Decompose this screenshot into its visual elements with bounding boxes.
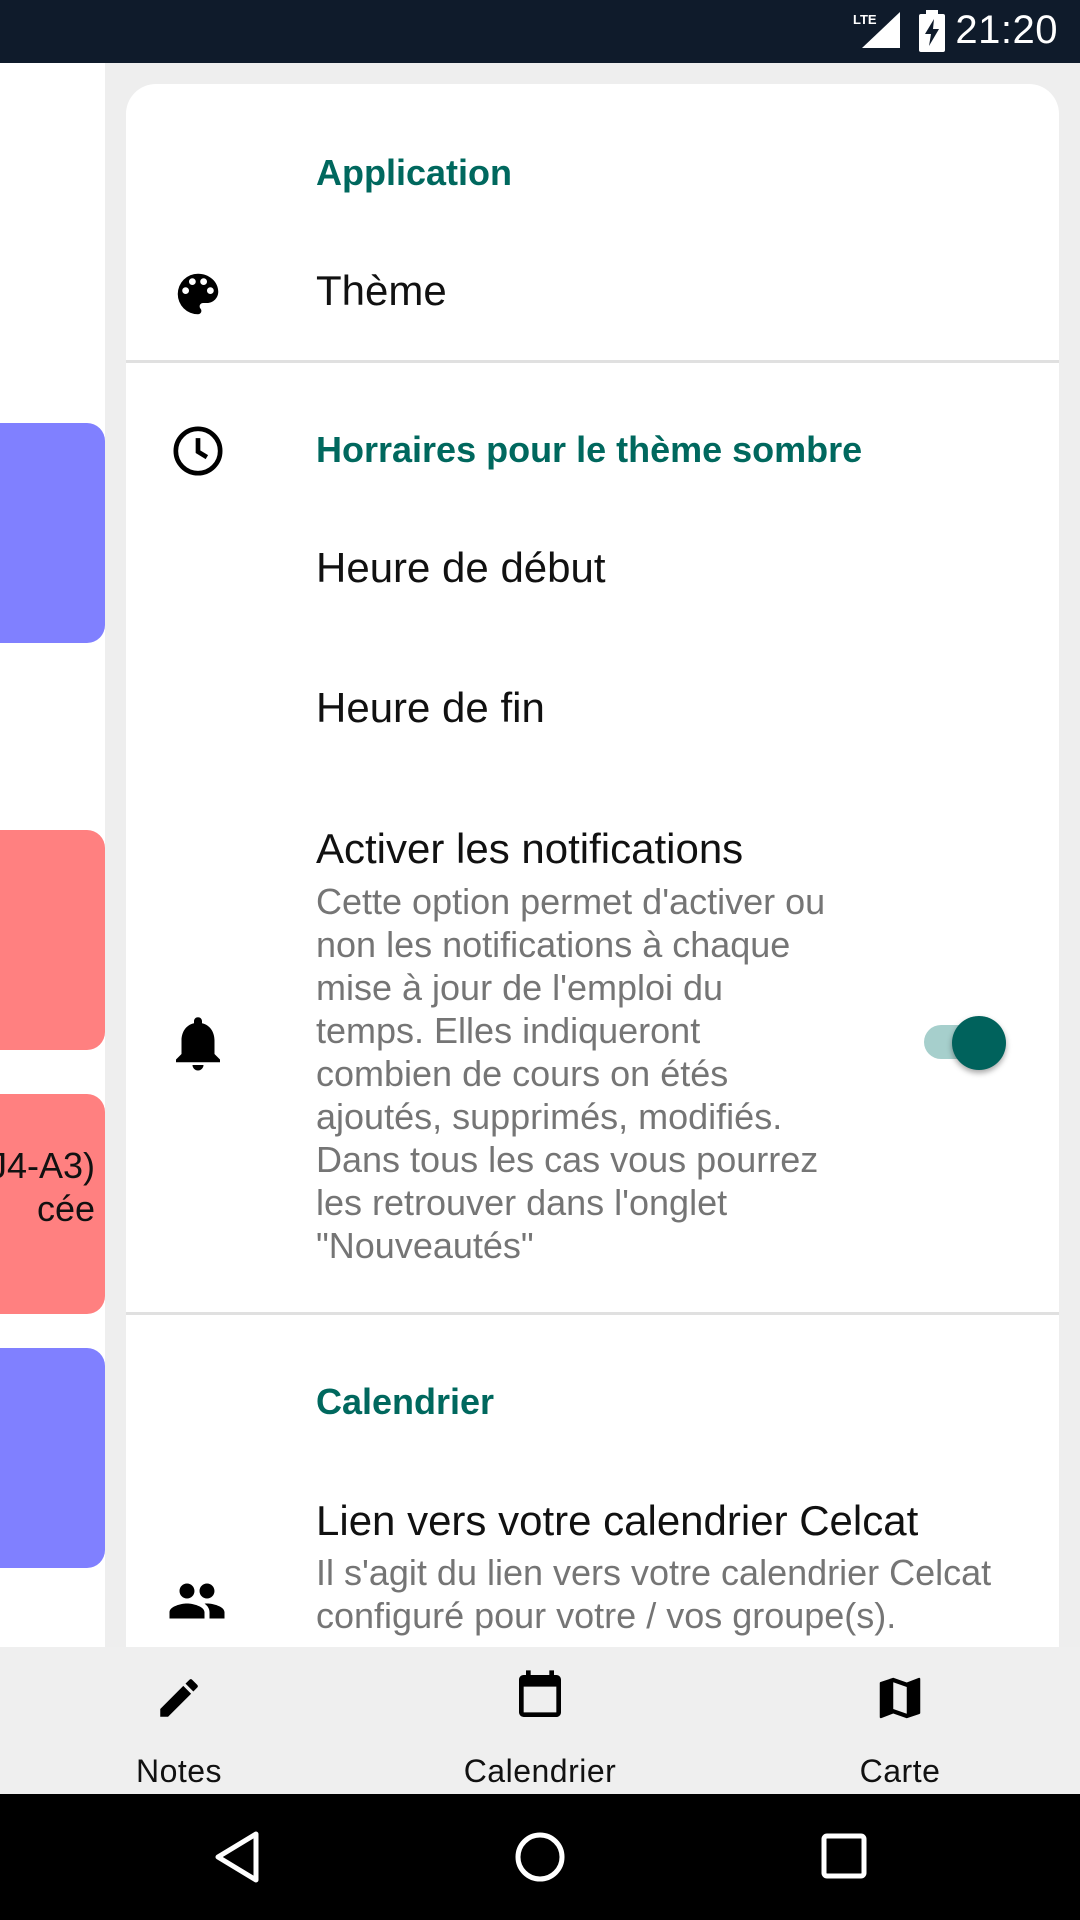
category-calendar: Calendrier [316,1381,495,1422]
nav-notes-label: Notes [135,1753,223,1789]
calendar-icon [519,1670,561,1717]
theme-setting[interactable]: Thème [316,267,447,315]
calendar-background: J4-A3) cée [0,63,105,1647]
divider [126,360,1059,363]
status-bar: LTE 21:20 [0,0,1080,63]
notifications-setting-title[interactable]: Activer les notifications [316,825,743,873]
nav-notes[interactable]: Notes [29,1647,329,1794]
home-icon[interactable] [513,1830,567,1884]
notifications-toggle[interactable] [952,1016,1006,1070]
calendar-event[interactable] [0,830,105,1050]
notifications-setting-summary: Cette option permet d'activer ou non les… [316,881,826,1266]
celcat-link-setting-summary: Il s'agit du lien vers votre calendrier … [316,1552,992,1636]
nav-map[interactable]: Carte [750,1647,1050,1794]
people-icon [169,1583,225,1619]
celcat-link-setting-title[interactable]: Lien vers votre calendrier Celcat [316,1497,918,1545]
status-time: 21:20 [955,8,1058,52]
divider [126,1312,1059,1315]
end-time-setting[interactable]: Heure de fin [316,684,545,732]
pencil-icon [160,1679,198,1717]
calendar-event[interactable] [0,1348,105,1568]
settings-panel: Application Thème Horraires pour le thèm… [126,84,1059,1647]
svg-text:LTE: LTE [853,12,877,27]
battery-charging-icon [919,10,945,52]
lte-signal-icon: LTE [853,12,900,48]
nav-calendar[interactable]: Calendrier [390,1647,690,1794]
bottom-navigation: Notes Calendrier Carte [0,1647,1080,1794]
calendar-event[interactable]: J4-A3) cée [0,1094,105,1314]
map-icon [879,1677,921,1719]
back-icon[interactable] [212,1830,262,1884]
category-dark-theme-schedule: Horraires pour le thème sombre [316,429,863,470]
nav-calendar-label: Calendrier [463,1753,617,1789]
calendar-event[interactable] [0,423,105,643]
recents-icon[interactable] [820,1832,868,1880]
bell-icon [176,1017,220,1071]
start-time-setting[interactable]: Heure de début [316,544,606,592]
nav-map-label: Carte [859,1753,941,1789]
clock-icon [173,426,223,476]
event-text-line: cée [36,1188,95,1229]
system-navigation-bar [0,1794,1080,1920]
palette-icon [177,273,219,315]
category-application: Application [316,152,512,193]
event-text-line: J4-A3) [0,1145,95,1186]
